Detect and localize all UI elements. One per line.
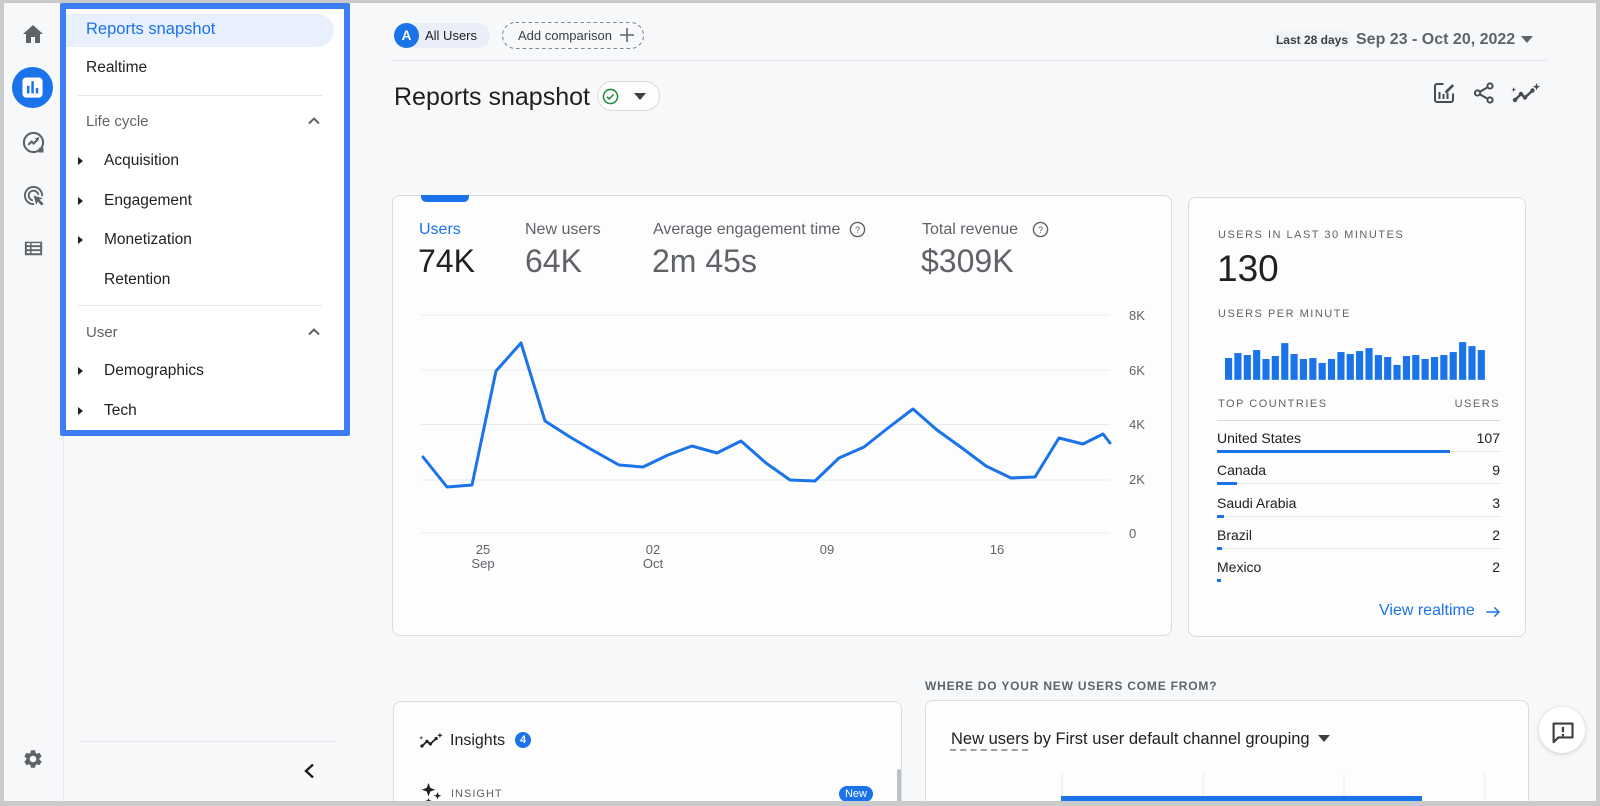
svg-text:?: ?: [1038, 225, 1043, 235]
svg-text:25: 25: [476, 542, 490, 557]
svg-text:8K: 8K: [1129, 308, 1145, 323]
svg-text:16: 16: [990, 542, 1004, 557]
svg-text:Sep: Sep: [471, 556, 494, 571]
svg-text:?: ?: [855, 225, 860, 235]
svg-text:0: 0: [1129, 526, 1136, 541]
svg-text:6K: 6K: [1129, 363, 1145, 378]
svg-text:4K: 4K: [1129, 417, 1145, 432]
svg-text:2K: 2K: [1129, 472, 1145, 487]
svg-text:02: 02: [646, 542, 660, 557]
svg-text:Oct: Oct: [643, 556, 664, 571]
svg-text:09: 09: [820, 542, 834, 557]
